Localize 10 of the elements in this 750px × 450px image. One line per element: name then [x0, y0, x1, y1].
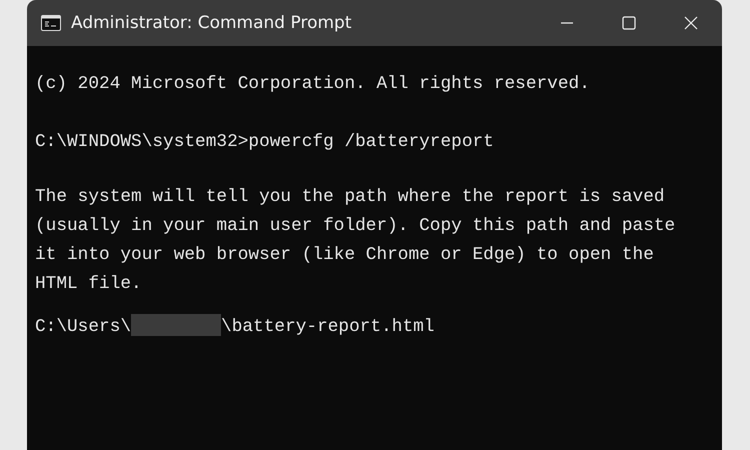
minimize-icon — [560, 22, 574, 24]
console-text: (c) 2024 Microsoft Corporation. All rights reserved. — [35, 73, 591, 96]
console-text: The system will tell you the path where the report is saved (usually in your main user folder). Copy this path and paste it into your web browser (like Chrome or Edge) to open the HTML file. — [35, 186, 676, 296]
path-text: C:\Users\ — [35, 317, 132, 337]
close-icon — [684, 16, 698, 30]
path-text: \battery-report.html — [221, 317, 434, 337]
console-icon — [41, 15, 61, 31]
maximize-icon — [622, 16, 636, 30]
command-line: C:\WINDOWS\system32>powercfg /batteryreport — [35, 132, 494, 152]
window-title: Administrator: Command Prompt — [71, 13, 352, 33]
